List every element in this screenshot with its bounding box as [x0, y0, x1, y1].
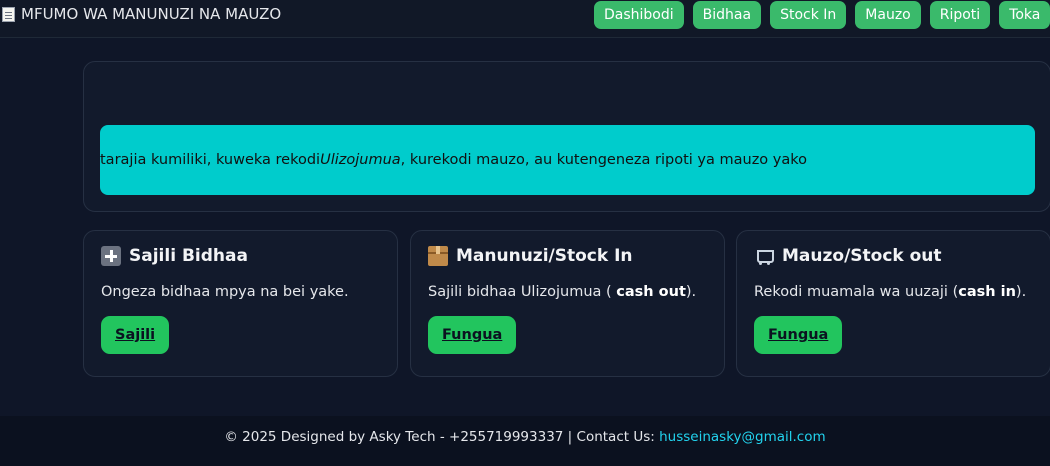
nav-toka-button[interactable]: Toka	[999, 1, 1050, 29]
card-title: Mauzo/Stock out	[754, 246, 1033, 266]
card-title: Manunuzi/Stock In	[428, 246, 707, 266]
footer-text: © 2025 Designed by Asky Tech - +25571999…	[224, 429, 660, 445]
nav-dashibodi-button[interactable]: Dashibodi	[594, 1, 684, 29]
nav-ripoti-button[interactable]: Ripoti	[929, 1, 991, 29]
card-description-text: Ongeza bidhaa mpya na bei yake.	[101, 284, 349, 300]
nav-bidhaa-button[interactable]: Bidhaa	[692, 1, 762, 29]
card-description: Rekodi muamala wa uuzaji (cash in).	[754, 284, 1033, 300]
banner-text-prefix: tarajia kumiliki, kuweka rekodi	[100, 152, 321, 168]
card-mauzo-stock-out: Mauzo/Stock out Rekodi muamala wa uuzaji…	[736, 230, 1050, 377]
fungua-stock-out-button[interactable]: Fungua	[754, 316, 843, 354]
card-description-suffix: ).	[685, 284, 697, 300]
fungua-stock-in-button[interactable]: Fungua	[428, 316, 517, 354]
receipt-icon	[2, 6, 15, 22]
plus-icon	[101, 246, 121, 266]
card-title-text: Mauzo/Stock out	[782, 246, 942, 266]
banner-text-emphasis: Ulizojumua	[320, 152, 401, 168]
brand-title: MFUMO WA MANUNUZI NA MAUZO	[21, 5, 282, 23]
shopping-cart-icon	[754, 246, 774, 266]
card-sajili-bidhaa: Sajili Bidhaa Ongeza bidhaa mpya na bei …	[83, 230, 398, 377]
nav-links: Dashibodi Bidhaa Stock In Mauzo Ripoti T…	[594, 1, 1050, 29]
contact-email-link[interactable]: husseinasky@gmail.com	[659, 429, 826, 445]
card-description: Sajili bidhaa Ulizojumua ( cash out).	[428, 284, 707, 300]
card-manunuzi-stock-in: Manunuzi/Stock In Sajili bidhaa Ulizojum…	[410, 230, 725, 377]
brand[interactable]: MFUMO WA MANUNUZI NA MAUZO	[2, 5, 281, 23]
banner-text-suffix: , kurekodi mauzo, au kutengeneza ripoti …	[400, 152, 808, 168]
package-icon	[428, 246, 448, 266]
footer: © 2025 Designed by Asky Tech - +25571999…	[0, 416, 1050, 466]
card-title-text: Manunuzi/Stock In	[456, 246, 633, 266]
navbar: MFUMO WA MANUNUZI NA MAUZO Dashibodi Bid…	[0, 0, 1050, 38]
card-description-suffix: ).	[1015, 284, 1027, 300]
card-title: Sajili Bidhaa	[101, 246, 380, 266]
card-description-text: Rekodi muamala wa uuzaji (	[754, 284, 959, 300]
nav-mauzo-button[interactable]: Mauzo	[855, 1, 921, 29]
card-title-text: Sajili Bidhaa	[129, 246, 248, 266]
card-description-bold: cash out	[616, 284, 686, 300]
nav-stock-in-button[interactable]: Stock In	[770, 1, 847, 29]
card-description-bold: cash in	[958, 284, 1016, 300]
card-description: Ongeza bidhaa mpya na bei yake.	[101, 284, 380, 300]
hero-panel: tarajia kumiliki, kuweka rekodi Ulizojum…	[83, 61, 1050, 212]
sajili-button[interactable]: Sajili	[101, 316, 170, 354]
welcome-banner: tarajia kumiliki, kuweka rekodi Ulizojum…	[100, 125, 1035, 195]
card-description-text: Sajili bidhaa Ulizojumua (	[428, 284, 617, 300]
